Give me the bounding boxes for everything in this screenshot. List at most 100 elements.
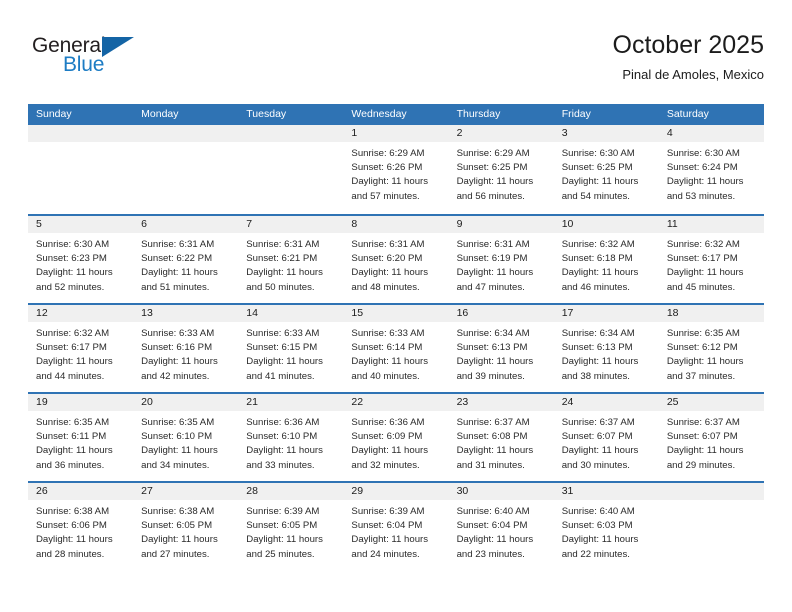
weekday-header-wednesday: Wednesday (351, 108, 407, 120)
day-cell[interactable]: 26 Sunrise: 6:38 AM Sunset: 6:06 PM Dayligh… (28, 483, 134, 570)
sunrise-text: Sunrise: 6:30 AM (561, 148, 635, 159)
sunrise-text: Sunrise: 6:32 AM (666, 239, 740, 250)
daylight-text-line2: and 31 minutes. (456, 459, 525, 471)
sunset-text: Sunset: 6:14 PM (351, 342, 423, 354)
daylight-text-line1: Daylight: 11 hours (456, 445, 534, 457)
daylight-text-line2: and 36 minutes. (36, 459, 105, 471)
day-cell[interactable]: 27 Sunrise: 6:38 AM Sunset: 6:05 PM Dayligh… (133, 483, 239, 570)
sunrise-text: Sunrise: 6:36 AM (246, 417, 320, 428)
day-cell[interactable]: 13 Sunrise: 6:33 AM Sunset: 6:16 PM Dayligh… (133, 305, 239, 392)
day-cell[interactable]: 31 Sunrise: 6:40 AM Sunset: 6:03 PM Dayligh… (553, 483, 659, 570)
day-details: Sunrise: 6:31 AM Sunset: 6:22 PM Daylight:… (133, 233, 238, 295)
sunset-text: Sunset: 6:08 PM (456, 431, 528, 443)
sunrise-text: Sunrise: 6:37 AM (666, 417, 740, 428)
day-cell[interactable]: 18 Sunrise: 6:35 AM Sunset: 6:12 PM Dayligh… (658, 305, 764, 392)
day-cell[interactable]: 24 Sunrise: 6:37 AM Sunset: 6:07 PM Dayligh… (553, 394, 659, 481)
day-cell[interactable]: 25 Sunrise: 6:37 AM Sunset: 6:07 PM Dayligh… (658, 394, 764, 481)
weekday-header-monday: Monday (141, 108, 179, 120)
week-row: 12 Sunrise: 6:32 AM Sunset: 6:17 PM Dayligh… (28, 303, 764, 392)
day-cell[interactable]: 10 Sunrise: 6:32 AM Sunset: 6:18 PM Dayligh… (553, 216, 659, 303)
day-cell[interactable]: 28 Sunrise: 6:39 AM Sunset: 6:05 PM Dayligh… (238, 483, 344, 570)
daylight-text-line2: and 46 minutes. (561, 281, 630, 293)
day-cell[interactable]: 19 Sunrise: 6:35 AM Sunset: 6:11 PM Dayligh… (28, 394, 134, 481)
day-cell[interactable]: 1 Sunrise: 6:29 AM Sunset: 6:26 PM Daylight… (343, 125, 449, 214)
sunset-text: Sunset: 6:22 PM (141, 253, 213, 265)
day-number: 12 (28, 305, 134, 322)
day-details: Sunrise: 6:30 AM Sunset: 6:23 PM Daylight:… (28, 233, 133, 295)
sunset-text: Sunset: 6:25 PM (456, 162, 528, 174)
general-blue-logo[interactable]: General Blue (32, 34, 172, 90)
day-cell[interactable]: 6 Sunrise: 6:31 AM Sunset: 6:22 PM Daylight… (133, 216, 239, 303)
day-details: Sunrise: 6:31 AM Sunset: 6:19 PM Daylight:… (449, 233, 554, 295)
daylight-text-line1: Daylight: 11 hours (666, 445, 744, 457)
day-cell[interactable]: 5 Sunrise: 6:30 AM Sunset: 6:23 PM Daylight… (28, 216, 134, 303)
sunrise-text: Sunrise: 6:35 AM (36, 417, 110, 428)
day-details: Sunrise: 6:37 AM Sunset: 6:07 PM Daylight:… (554, 411, 659, 473)
day-number: 9 (448, 216, 554, 233)
sunset-text: Sunset: 6:20 PM (351, 253, 423, 265)
sunset-text: Sunset: 6:12 PM (666, 342, 738, 354)
daylight-text-line2: and 54 minutes. (561, 190, 630, 202)
logo-triangle-icon (102, 37, 134, 57)
day-cell[interactable]: 7 Sunrise: 6:31 AM Sunset: 6:21 PM Daylight… (238, 216, 344, 303)
week-row: 1 Sunrise: 6:29 AM Sunset: 6:26 PM Daylight… (28, 125, 764, 214)
day-details: Sunrise: 6:32 AM Sunset: 6:17 PM Daylight:… (659, 233, 764, 295)
daylight-text-line1: Daylight: 11 hours (456, 534, 534, 546)
daylight-text-line2: and 57 minutes. (351, 190, 420, 202)
daylight-text-line2: and 32 minutes. (351, 459, 420, 471)
daylight-text-line2: and 41 minutes. (246, 370, 315, 382)
day-cell[interactable]: 22 Sunrise: 6:36 AM Sunset: 6:09 PM Dayligh… (343, 394, 449, 481)
day-cell[interactable]: 16 Sunrise: 6:34 AM Sunset: 6:13 PM Dayligh… (448, 305, 554, 392)
day-cell[interactable]: 15 Sunrise: 6:33 AM Sunset: 6:14 PM Dayligh… (343, 305, 449, 392)
daylight-text-line1: Daylight: 11 hours (351, 534, 429, 546)
sunrise-text: Sunrise: 6:35 AM (666, 328, 740, 339)
calendar-page: General Blue October 2025 Pinal de Amole… (0, 0, 792, 612)
day-details: Sunrise: 6:31 AM Sunset: 6:21 PM Daylight:… (238, 233, 343, 295)
daylight-text-line1: Daylight: 11 hours (561, 445, 639, 457)
day-cell[interactable]: 21 Sunrise: 6:36 AM Sunset: 6:10 PM Dayligh… (238, 394, 344, 481)
day-cell[interactable]: 20 Sunrise: 6:35 AM Sunset: 6:10 PM Dayligh… (133, 394, 239, 481)
daylight-text-line1: Daylight: 11 hours (666, 267, 744, 279)
day-cell[interactable]: 14 Sunrise: 6:33 AM Sunset: 6:15 PM Dayligh… (238, 305, 344, 392)
sunrise-text: Sunrise: 6:34 AM (456, 328, 530, 339)
day-number: 25 (658, 394, 764, 411)
day-details: Sunrise: 6:38 AM Sunset: 6:06 PM Daylight:… (28, 500, 133, 562)
day-cell[interactable]: 8 Sunrise: 6:31 AM Sunset: 6:20 PM Daylight… (343, 216, 449, 303)
day-cell[interactable]: 4 Sunrise: 6:30 AM Sunset: 6:24 PM Daylight… (658, 125, 764, 214)
sunset-text: Sunset: 6:17 PM (666, 253, 738, 265)
sunrise-text: Sunrise: 6:33 AM (141, 328, 215, 339)
sunrise-text: Sunrise: 6:40 AM (561, 506, 635, 517)
daylight-text-line2: and 27 minutes. (141, 548, 210, 560)
sunset-text: Sunset: 6:19 PM (456, 253, 528, 265)
day-number: 14 (238, 305, 344, 322)
daylight-text-line2: and 47 minutes. (456, 281, 525, 293)
calendar-body: 1 Sunrise: 6:29 AM Sunset: 6:26 PM Daylight… (28, 125, 764, 570)
daylight-text-line1: Daylight: 11 hours (141, 445, 218, 457)
day-number (28, 125, 134, 142)
daylight-text-line1: Daylight: 11 hours (456, 267, 534, 279)
day-cell[interactable]: 12 Sunrise: 6:32 AM Sunset: 6:17 PM Dayligh… (28, 305, 134, 392)
daylight-text-line1: Daylight: 11 hours (36, 445, 113, 457)
day-cell[interactable]: 23 Sunrise: 6:37 AM Sunset: 6:08 PM Dayligh… (448, 394, 554, 481)
day-cell[interactable]: 29 Sunrise: 6:39 AM Sunset: 6:04 PM Dayligh… (343, 483, 449, 570)
sunset-text: Sunset: 6:13 PM (561, 342, 633, 354)
day-number: 16 (448, 305, 554, 322)
day-cell[interactable]: 9 Sunrise: 6:31 AM Sunset: 6:19 PM Daylight… (448, 216, 554, 303)
day-number: 3 (553, 125, 659, 142)
daylight-text-line2: and 24 minutes. (351, 548, 420, 560)
day-cell[interactable]: 17 Sunrise: 6:34 AM Sunset: 6:13 PM Dayligh… (553, 305, 659, 392)
day-details: Sunrise: 6:32 AM Sunset: 6:18 PM Daylight:… (554, 233, 659, 295)
sunset-text: Sunset: 6:15 PM (246, 342, 318, 354)
day-cell[interactable]: 3 Sunrise: 6:30 AM Sunset: 6:25 PM Daylight… (553, 125, 659, 214)
sunrise-text: Sunrise: 6:31 AM (246, 239, 320, 250)
day-number (133, 125, 239, 142)
day-cell[interactable]: 2 Sunrise: 6:29 AM Sunset: 6:25 PM Daylight… (448, 125, 554, 214)
day-details: Sunrise: 6:29 AM Sunset: 6:25 PM Daylight:… (449, 142, 554, 204)
sunrise-text: Sunrise: 6:39 AM (246, 506, 320, 517)
day-cell[interactable]: 11 Sunrise: 6:32 AM Sunset: 6:17 PM Dayligh… (658, 216, 764, 303)
day-number: 6 (133, 216, 239, 233)
daylight-text-line1: Daylight: 11 hours (351, 356, 429, 368)
calendar-grid: Sunday Monday Tuesday Wednesday Thursday Frid… (28, 104, 764, 570)
daylight-text-line2: and 45 minutes. (666, 281, 736, 293)
day-cell[interactable]: 30 Sunrise: 6:40 AM Sunset: 6:04 PM Dayligh… (448, 483, 554, 570)
